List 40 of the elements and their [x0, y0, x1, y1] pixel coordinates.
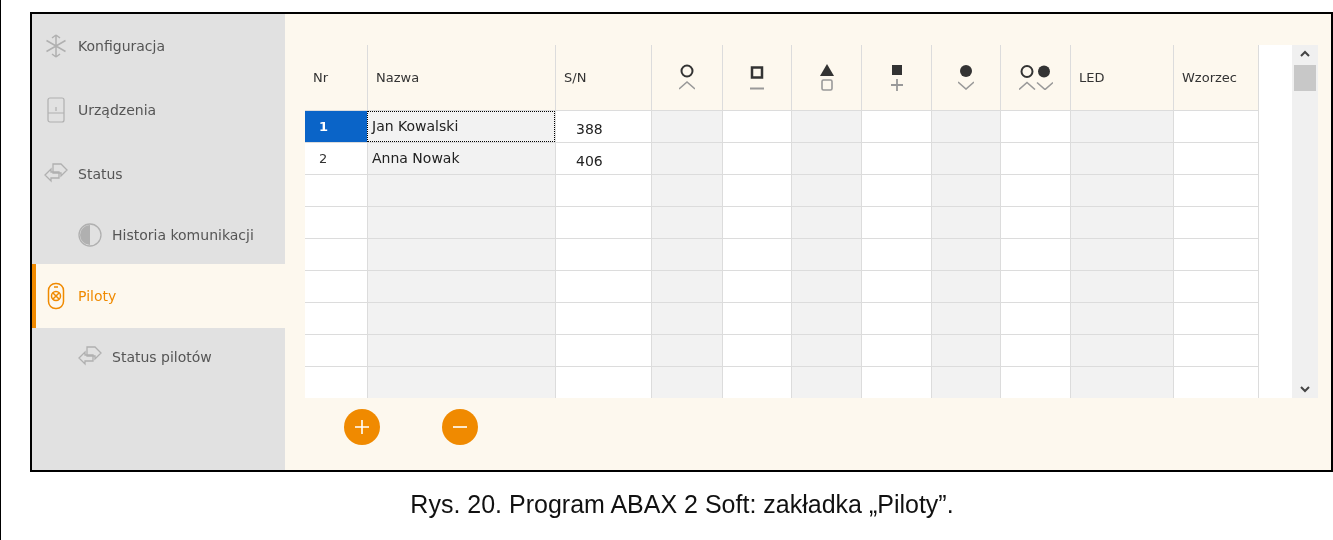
table-cell[interactable]: Anna Nowak	[367, 143, 555, 174]
clock-icon	[77, 222, 103, 248]
dot-chevron-down-icon	[958, 65, 974, 90]
sidebar-label: Konfiguracja	[78, 36, 165, 56]
table-cell[interactable]: Jan Kowalski	[367, 111, 555, 142]
remote-icon	[47, 282, 65, 310]
sidebar-label: Piloty	[78, 286, 117, 306]
column-header: Nazwa	[376, 68, 420, 87]
device-icon	[47, 97, 65, 123]
figure-caption: Rys. 20. Program ABAX 2 Soft: zakładka „Piloty”.	[410, 489, 954, 520]
remove-button[interactable]	[442, 409, 478, 445]
column-header: Wzorzec	[1182, 68, 1237, 87]
sidebar-item[interactable]: Status pilotów	[32, 328, 285, 386]
scrollbar[interactable]	[1292, 45, 1318, 398]
sidebar-item[interactable]: Historia komunikacji	[32, 206, 285, 264]
sidebar-label: Status pilotów	[112, 347, 212, 367]
triangle-square-icon	[819, 64, 834, 91]
sidebar-label: Status	[78, 164, 123, 184]
sidebar-item[interactable]: Urządzenia	[32, 78, 285, 142]
column-header: LED	[1079, 68, 1105, 87]
circle-chevron-up-icon	[679, 64, 695, 91]
add-button[interactable]	[344, 409, 380, 445]
chevron-down-icon[interactable]	[1299, 386, 1311, 394]
sidebar-label: Urządzenia	[78, 100, 157, 120]
minus-icon	[452, 425, 468, 429]
row-number-cell[interactable]: 2	[305, 143, 367, 174]
row-number-cell[interactable]: 1	[305, 111, 367, 142]
plus-icon	[354, 419, 370, 435]
scrollbar-thumb[interactable]	[1294, 65, 1316, 91]
sidebar-item[interactable]: Konfiguracja	[32, 14, 285, 78]
column-header: Nr	[313, 68, 329, 87]
sidebar-item[interactable]: Status	[32, 142, 285, 206]
column-header: S/N	[564, 68, 587, 87]
sidebar-label: Historia komunikacji	[112, 225, 254, 245]
square-dash-icon	[750, 65, 764, 90]
table-cell[interactable]: 388	[555, 111, 651, 142]
circles-chevrons-icon	[1018, 64, 1053, 91]
square-plus-icon	[890, 64, 903, 91]
chevron-up-icon[interactable]	[1299, 49, 1311, 57]
table-cell[interactable]: 406	[555, 143, 651, 174]
